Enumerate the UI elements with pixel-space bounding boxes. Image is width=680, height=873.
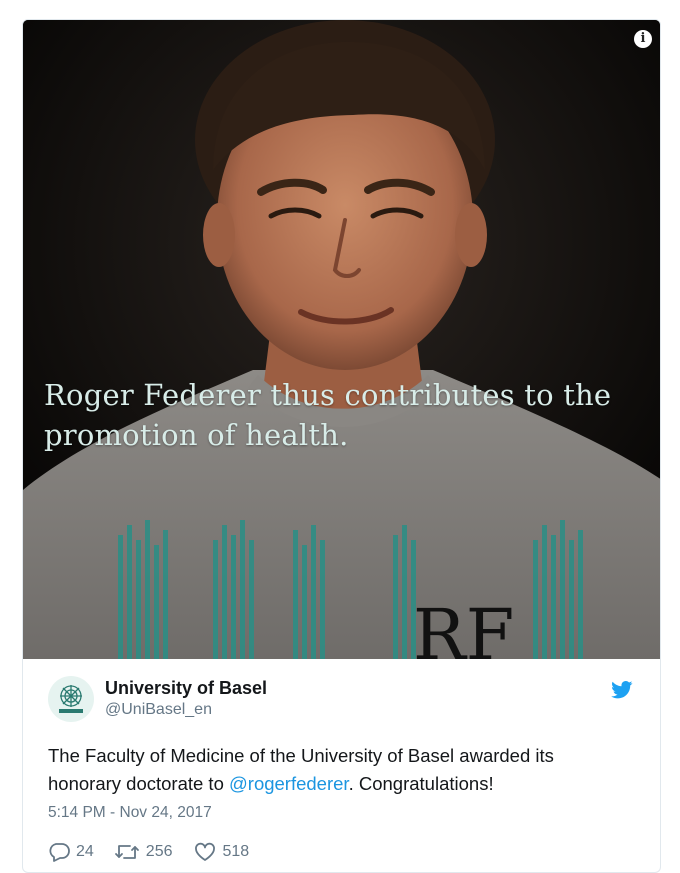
mention-link[interactable]: @rogerfederer (229, 773, 349, 794)
like-button[interactable]: 518 (193, 842, 250, 862)
video-caption: Roger Federer thus contributes to the pr… (44, 378, 612, 452)
retweet-icon (114, 845, 139, 859)
tweet-actions: 24 256 518 (48, 842, 635, 862)
info-icon[interactable]: i (634, 30, 652, 48)
reply-count: 24 (76, 843, 94, 860)
tweet-timestamp[interactable]: 5:14 PM - Nov 24, 2017 (48, 803, 635, 823)
shirt-rf-logo: RF (413, 594, 514, 659)
university-of-basel-logo-icon (59, 685, 83, 713)
reply-icon (49, 843, 70, 862)
retweet-count: 256 (145, 843, 173, 860)
heart-icon (194, 842, 215, 861)
retweet-button[interactable]: 256 (114, 842, 173, 862)
tweet-header: University of Basel @UniBasel_en (48, 676, 635, 722)
author-handle[interactable]: @UniBasel_en (105, 699, 267, 721)
video-frame: RF (23, 20, 660, 659)
twitter-bird-icon[interactable] (611, 681, 633, 699)
tweet-video-media[interactable]: RF Roger Federer thus contributes to the… (23, 20, 660, 659)
author-names: University of Basel @UniBasel_en (105, 677, 267, 721)
tweet-text: The Faculty of Medicine of the Universit… (48, 742, 628, 798)
tweet-text-after: . Congratulations! (348, 773, 494, 794)
avatar[interactable] (48, 676, 94, 722)
embedded-tweet-card: RF Roger Federer thus contributes to the… (22, 19, 661, 873)
tweet-body: University of Basel @UniBasel_en The Fac… (23, 659, 660, 862)
like-count: 518 (222, 843, 250, 860)
reply-button[interactable]: 24 (48, 842, 94, 862)
author-display-name[interactable]: University of Basel (105, 677, 267, 699)
